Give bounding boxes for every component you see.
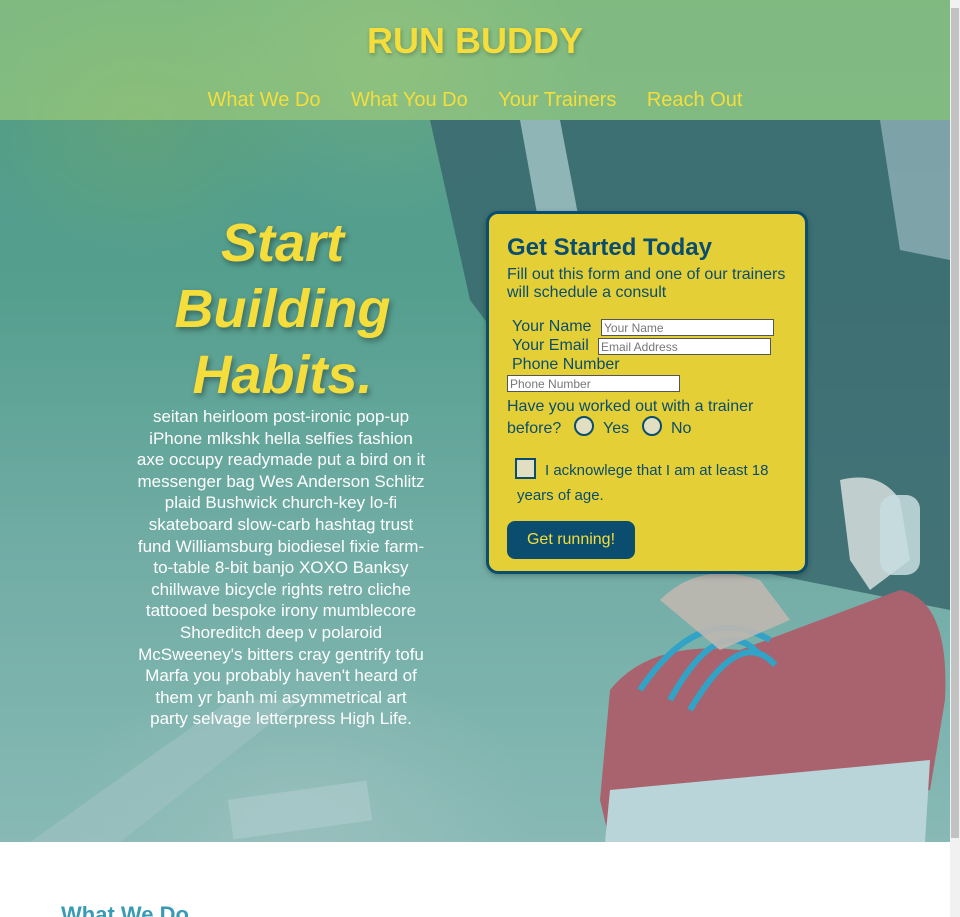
what-we-do-heading: What We Do <box>61 902 189 917</box>
no-label: No <box>671 420 692 437</box>
yes-label: Yes <box>603 420 630 437</box>
trainer-question: Have you worked out with a trainer <box>507 398 754 415</box>
age-acknowledge-label: I acknowlege that I am at least 18 years… <box>517 462 769 504</box>
phone-label: Phone Number <box>512 356 620 373</box>
phone-input[interactable] <box>507 375 680 392</box>
main-nav: What We Do What You Do Your Trainers Rea… <box>0 89 950 112</box>
name-input[interactable] <box>601 319 774 336</box>
form-title: Get Started Today <box>507 234 712 261</box>
hero-headline-line-2: Building <box>174 279 391 339</box>
yes-radio[interactable] <box>574 416 594 436</box>
hero-headline-line-3: Habits. <box>192 345 373 405</box>
site-title: RUN BUDDY <box>367 20 583 61</box>
page-scrollbar[interactable] <box>950 0 960 917</box>
name-label: Your Name <box>512 318 592 335</box>
page: RUN BUDDY What We Do What You Do Your Tr… <box>0 0 950 917</box>
nav-link-what-we-do[interactable]: What We Do <box>208 89 321 111</box>
hero-body-text: seitan heirloom post-ironic pop-up iPhon… <box>136 407 426 729</box>
hero-headline: Start Building Habits. <box>150 210 415 408</box>
nav-link-reach-out[interactable]: Reach Out <box>647 89 743 111</box>
scrollbar-thumb[interactable] <box>951 8 959 838</box>
no-radio[interactable] <box>642 416 662 436</box>
nav-link-your-trainers[interactable]: Your Trainers <box>498 89 616 111</box>
email-label: Your Email <box>512 337 589 354</box>
hero-headline-line-1: Start <box>220 213 345 273</box>
form-subtitle: Fill out this form and one of our traine… <box>507 266 786 301</box>
trainer-question-cont: before? <box>507 420 562 437</box>
get-started-form: Get Started Today Fill out this form and… <box>486 211 808 574</box>
nav-link-what-you-do[interactable]: What You Do <box>351 89 468 111</box>
get-running-button[interactable]: Get running! <box>507 521 635 559</box>
email-input[interactable] <box>598 338 771 355</box>
